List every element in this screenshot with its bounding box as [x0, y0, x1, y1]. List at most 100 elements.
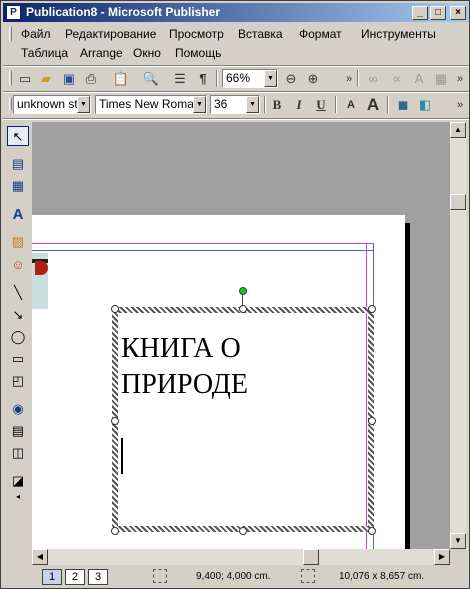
scroll-down-icon[interactable]: ▼ — [450, 533, 466, 549]
horizontal-scroll-thumb[interactable] — [303, 549, 319, 565]
font-combo[interactable]: Times New Roman ▼ — [95, 95, 207, 114]
table-icon[interactable]: ▦ — [7, 176, 29, 196]
print-preview-icon[interactable]: ⎙ — [81, 69, 101, 89]
more-icon[interactable]: » — [450, 69, 470, 89]
chevron-down-icon[interactable]: ▼ — [77, 96, 90, 113]
zoom-in-icon[interactable]: ⊕ — [303, 69, 323, 89]
resize-handle[interactable] — [239, 527, 247, 535]
grow-font-button[interactable]: A — [363, 95, 383, 115]
title-bar: P Publication8 - Microsoft Publisher _ □… — [3, 3, 469, 22]
line-icon[interactable]: ╲ — [7, 283, 29, 303]
menu-help[interactable]: Помощь — [175, 46, 221, 60]
3d-icon[interactable]: ◧ — [415, 95, 435, 115]
frame-text[interactable]: КНИГА О ПРИРОДЕ — [121, 331, 248, 403]
rotation-handle[interactable] — [239, 287, 247, 295]
html-fragment-icon[interactable]: ◫ — [7, 443, 29, 463]
menu-edit[interactable]: Редактирование — [65, 27, 156, 41]
style-value: unknown sty — [17, 97, 84, 111]
clip-art-icon[interactable]: ☺ — [7, 255, 29, 275]
resize-handle[interactable] — [111, 527, 119, 535]
chevron-down-icon[interactable]: ▼ — [193, 96, 206, 113]
search-icon[interactable]: 🔍 — [141, 69, 161, 89]
underline-button[interactable]: U — [311, 95, 331, 115]
italic-button[interactable]: I — [289, 95, 309, 115]
clip-art-image[interactable] — [32, 253, 48, 309]
menu-table[interactable]: Таблица — [21, 46, 68, 60]
zoom-combo[interactable]: 66% ▼ — [222, 69, 278, 88]
picture-frame-icon[interactable]: ▨ — [7, 232, 29, 252]
link-icon[interactable]: ∞ — [363, 69, 383, 89]
shadow-icon[interactable]: ◼ — [393, 95, 413, 115]
paste-icon[interactable]: 📋 — [111, 69, 131, 89]
page-tab-2[interactable]: 2 — [65, 569, 85, 585]
vertical-scroll-thumb[interactable] — [450, 194, 466, 210]
unlink-icon[interactable]: ∝ — [387, 69, 407, 89]
standard-toolbar: ▭ ▰ ▣ ⎙ 📋 🔍 ☰ ¶ 66% ▼ ⊖ ⊕ » ∞ ∝ A ▦ » — [3, 67, 469, 91]
picture-icon[interactable]: ▦ — [431, 69, 451, 89]
toolbar-separator — [387, 96, 389, 113]
resize-handle[interactable] — [111, 417, 119, 425]
autoshapes-icon[interactable]: ◰ — [7, 371, 29, 391]
vertical-scrollbar[interactable]: ▲ ▼ — [450, 122, 467, 549]
font-value: Times New Roman — [99, 97, 201, 111]
close-button[interactable]: × — [450, 6, 466, 20]
menu-view[interactable]: Просмотр — [169, 27, 224, 41]
resize-handle[interactable] — [368, 305, 376, 313]
format-painter-icon[interactable]: A — [409, 69, 429, 89]
pointer-icon[interactable]: ↖ — [7, 126, 29, 146]
style-combo[interactable]: unknown sty ▼ — [13, 95, 91, 114]
more-tools-icon[interactable]: ◂ — [7, 487, 29, 507]
page-tab-1[interactable]: 1 — [42, 569, 62, 585]
menu-format[interactable]: Формат — [299, 27, 342, 41]
position-readout: 9,400; 4,000 cm. — [196, 571, 271, 582]
open-icon[interactable]: ▰ — [36, 69, 56, 89]
menu-arrange[interactable]: Arrange — [80, 46, 123, 60]
workspace[interactable]: КНИГА О ПРИРОДЕ — [32, 122, 450, 549]
status-bar: 1 2 3 9,400; 4,000 cm. 10,076 x 8,657 cm… — [3, 566, 469, 587]
rectangle-icon[interactable]: ▭ — [7, 349, 29, 369]
resize-handle[interactable] — [239, 305, 247, 313]
new-icon[interactable]: ▭ — [15, 69, 35, 89]
menu-grip[interactable] — [9, 27, 12, 41]
text-box-icon[interactable]: ▤ — [7, 154, 29, 174]
arrow-icon[interactable]: ↘ — [7, 305, 29, 325]
wordart-icon[interactable]: A — [7, 205, 29, 225]
more-icon[interactable]: » — [450, 95, 470, 115]
shrink-font-button[interactable]: A — [341, 95, 361, 115]
form-control-icon[interactable]: ▤ — [7, 421, 29, 441]
columns-icon[interactable]: ☰ — [170, 69, 190, 89]
horizontal-scrollbar[interactable]: ◀ ▶ — [32, 549, 450, 565]
toolbar-grip[interactable] — [9, 97, 12, 111]
toolbar-grip[interactable] — [9, 71, 12, 85]
menu-file[interactable]: Файл — [21, 27, 51, 41]
resize-handle[interactable] — [368, 527, 376, 535]
position-icon — [153, 569, 167, 583]
menu-window[interactable]: Окно — [133, 46, 161, 60]
scroll-right-icon[interactable]: ▶ — [434, 549, 450, 565]
text-line: ПРИРОДЕ — [121, 369, 248, 400]
zoom-out-icon[interactable]: ⊖ — [281, 69, 301, 89]
margin-guide — [32, 250, 374, 251]
pilcrow-icon[interactable]: ¶ — [193, 69, 213, 89]
formatting-toolbar: unknown sty ▼ Times New Roman ▼ 36 ▼ B I… — [3, 93, 469, 117]
chevron-down-icon[interactable]: ▼ — [264, 70, 277, 87]
chevron-down-icon[interactable]: ▼ — [246, 96, 259, 113]
scroll-up-icon[interactable]: ▲ — [450, 122, 466, 138]
menu-insert[interactable]: Вставка — [238, 27, 283, 41]
text-line: КНИГА О — [121, 333, 241, 364]
publisher-icon[interactable]: P — [6, 5, 21, 20]
scroll-left-icon[interactable]: ◀ — [32, 549, 48, 565]
hotspot-icon[interactable]: ◉ — [7, 399, 29, 419]
size-combo[interactable]: 36 ▼ — [210, 95, 260, 114]
save-icon[interactable]: ▣ — [59, 69, 79, 89]
resize-handle[interactable] — [111, 305, 119, 313]
minimize-button[interactable]: _ — [412, 6, 428, 20]
bold-button[interactable]: B — [267, 95, 287, 115]
oval-icon[interactable]: ◯ — [7, 327, 29, 347]
menu-tools[interactable]: Инструменты — [361, 27, 436, 41]
maximize-button[interactable]: □ — [430, 6, 446, 20]
separator — [3, 118, 469, 120]
page-tab-3[interactable]: 3 — [88, 569, 108, 585]
resize-handle[interactable] — [368, 417, 376, 425]
more-icon[interactable]: » — [339, 69, 359, 89]
